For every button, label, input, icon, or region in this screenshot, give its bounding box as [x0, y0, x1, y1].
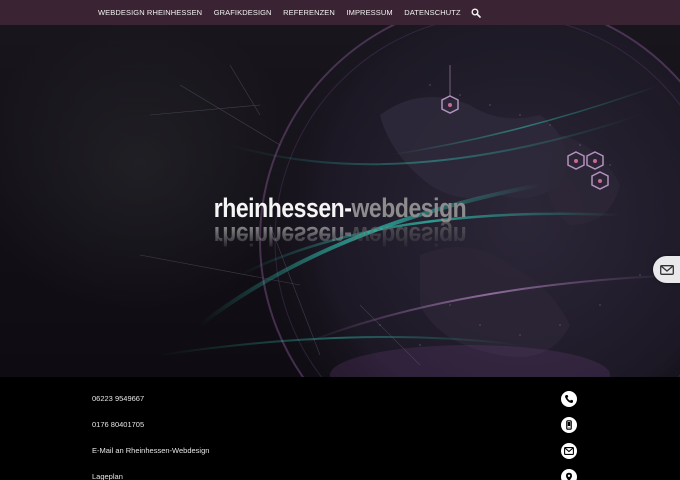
mail-icon[interactable]: [561, 443, 577, 459]
mobile-phone-icon[interactable]: [561, 417, 577, 433]
mobile-number[interactable]: 0176 80401705: [92, 420, 144, 429]
phone-number[interactable]: 06223 9549667: [92, 394, 144, 403]
brand-title-reflection: rheinhessen-webdesign: [51, 220, 629, 251]
contact-section: 06223 9549667 0176 80401705 E-Mail an Rh…: [0, 377, 680, 480]
nav-item-datenschutz[interactable]: DATENSCHUTZ: [404, 8, 460, 17]
email-link[interactable]: E-Mail an Rheinhessen-Webdesign: [92, 446, 209, 455]
nav-item-impressum[interactable]: IMPRESSUM: [346, 8, 392, 17]
location-link[interactable]: Lageplan: [92, 472, 123, 480]
contact-row-location: Lageplan: [0, 467, 680, 480]
hero-banner: rheinhessen-webdesign rheinhessen-webdes…: [0, 25, 680, 377]
phone-icon[interactable]: [561, 391, 577, 407]
brand-reflection-part1: rheinhessen-: [213, 221, 352, 251]
mail-icon: [659, 264, 674, 275]
brand-title-part1: rheinhessen-: [213, 193, 352, 223]
contact-row-email: E-Mail an Rheinhessen-Webdesign: [0, 441, 680, 461]
top-navigation: WEBDESIGN RHEINHESSEN GRAFIKDESIGN REFER…: [0, 0, 680, 25]
search-icon[interactable]: [471, 8, 481, 18]
nav-item-webdesign-rheinhessen[interactable]: WEBDESIGN RHEINHESSEN: [98, 8, 202, 17]
brand-title-part2: webdesign: [351, 193, 467, 223]
contact-row-phone: 06223 9549667: [0, 389, 680, 409]
map-pin-icon[interactable]: [561, 469, 577, 480]
contact-row-mobile: 0176 80401705: [0, 415, 680, 435]
brand-reflection-part2: webdesign: [351, 221, 467, 251]
nav-item-referenzen[interactable]: REFERENZEN: [283, 8, 335, 17]
floating-mail-button[interactable]: [653, 256, 680, 283]
nav-item-grafikdesign[interactable]: GRAFIKDESIGN: [214, 8, 272, 17]
